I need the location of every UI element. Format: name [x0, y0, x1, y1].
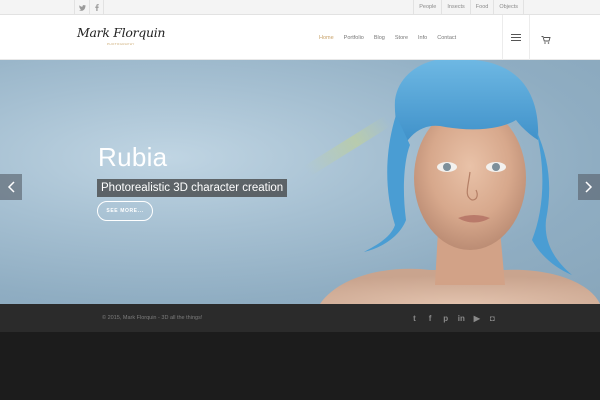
- hero-slider: Rubia Photorealistic 3D character creati…: [0, 60, 600, 304]
- chevron-left-icon: [7, 181, 15, 193]
- site-logo[interactable]: Mark Florquin PHOTOGRAPHY: [77, 25, 166, 51]
- page-bottom: [0, 332, 600, 400]
- youtube-icon[interactable]: ▶: [472, 314, 481, 323]
- menu-icon[interactable]: [502, 15, 530, 60]
- nav-home[interactable]: Home: [319, 35, 334, 41]
- top-category-links: People Insects Food Objects: [413, 0, 524, 15]
- facebook-icon[interactable]: f: [426, 314, 435, 323]
- top-social-links: [74, 0, 104, 15]
- toplink-objects[interactable]: Objects: [493, 0, 524, 15]
- chevron-right-icon: [585, 181, 593, 193]
- logo-tagline: PHOTOGRAPHY: [107, 42, 135, 46]
- facebook-icon[interactable]: [89, 0, 104, 15]
- top-utility-bar: People Insects Food Objects: [0, 0, 600, 15]
- slider-prev-button[interactable]: [0, 174, 22, 200]
- hero-subtitle: Photorealistic 3D character creation: [97, 179, 288, 197]
- site-footer: © 2015, Mark Florquin - 3D all the thing…: [0, 304, 600, 332]
- nav-store[interactable]: Store: [395, 35, 408, 41]
- twitter-icon[interactable]: [74, 0, 89, 15]
- nav-blog[interactable]: Blog: [374, 35, 385, 41]
- toplink-food[interactable]: Food: [469, 0, 494, 15]
- twitter-icon[interactable]: t: [410, 314, 419, 323]
- nav-portfolio[interactable]: Portfolio: [344, 35, 364, 41]
- linkedin-icon[interactable]: in: [457, 314, 466, 323]
- main-nav: Home Portfolio Blog Store Info Contact: [319, 15, 466, 60]
- pinterest-icon[interactable]: p: [441, 314, 450, 323]
- nav-info[interactable]: Info: [418, 35, 427, 41]
- copyright-text: © 2015, Mark Florquin - 3D all the thing…: [102, 315, 203, 321]
- footer-social-links: t f p in ▶ ◘: [410, 304, 497, 332]
- site-header: Mark Florquin PHOTOGRAPHY Home Portfolio…: [0, 15, 600, 60]
- slider-next-button[interactable]: [578, 174, 600, 200]
- instagram-icon[interactable]: ◘: [488, 314, 497, 323]
- toplink-insects[interactable]: Insects: [441, 0, 469, 15]
- see-more-button[interactable]: SEE MORE...: [97, 201, 153, 221]
- portrait-image: [320, 60, 600, 304]
- cart-icon[interactable]: [541, 32, 551, 44]
- nav-contact[interactable]: Contact: [437, 35, 456, 41]
- logo-signature: Mark Florquin: [77, 25, 166, 40]
- hero-title: Rubia: [98, 142, 168, 172]
- toplink-people[interactable]: People: [413, 0, 441, 15]
